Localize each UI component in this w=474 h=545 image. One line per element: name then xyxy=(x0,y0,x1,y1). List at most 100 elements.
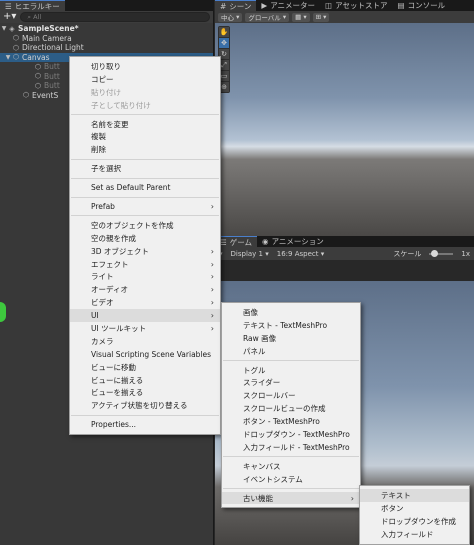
menu-item-ui[interactable]: UI › xyxy=(70,309,220,323)
menu-item-legacy-button[interactable]: ボタン xyxy=(360,502,469,515)
menu-separator xyxy=(223,360,359,362)
menu-item-canvas[interactable]: キャンバス xyxy=(222,460,360,473)
game-toolbar: ▾ Display 1 ▾ 16:9 Aspect ▾ スケール 1x xyxy=(215,247,474,260)
menu-item-input-field-tmp[interactable]: 入力フィールド - TextMeshPro xyxy=(222,441,360,454)
store-icon: ◫ xyxy=(325,1,333,10)
scene-viewport[interactable] xyxy=(215,23,474,236)
aspect-dropdown[interactable]: 16:9 Aspect ▾ xyxy=(277,250,324,258)
add-icon[interactable]: +▾ xyxy=(3,12,16,22)
menu-item-scrollbar[interactable]: スクロールバー xyxy=(222,389,360,402)
menu-item-move-to-view[interactable]: ビューに移動 xyxy=(70,361,220,374)
menu-item-raw-image[interactable]: Raw 画像 xyxy=(222,332,360,345)
menu-item-effects[interactable]: エフェクト › xyxy=(70,258,220,271)
scale-slider[interactable] xyxy=(429,249,454,257)
menu-item-label: Raw 画像 xyxy=(243,333,277,343)
menu-item-slider[interactable]: スライダー xyxy=(222,376,360,389)
menu-item-label: テキスト - TextMeshPro xyxy=(243,320,328,330)
menu-item-dropdown-tmp[interactable]: ドロップダウン - TextMeshPro xyxy=(222,428,360,441)
pivot-dropdown[interactable]: 中心 ▾ xyxy=(218,12,243,22)
menu-item-rename[interactable]: 名前を変更 xyxy=(70,118,220,131)
menu-item-copy[interactable]: コピー xyxy=(70,73,220,86)
menu-item-toggle[interactable]: トグル xyxy=(222,364,360,377)
tab-asset-store[interactable]: ◫ アセットストア xyxy=(320,0,392,11)
menu-item-legacy-input-field[interactable]: 入力フィールド xyxy=(360,528,469,541)
menu-item-text-tmp[interactable]: テキスト - TextMeshPro xyxy=(222,319,360,332)
space-label: グローバル xyxy=(248,14,281,22)
menu-item-set-default-parent[interactable]: Set as Default Parent xyxy=(70,181,220,194)
menu-item-create-empty-parent[interactable]: 空の親を作成 xyxy=(70,232,220,245)
menu-item-visual-scripting[interactable]: Visual Scripting Scene Variables xyxy=(70,348,220,361)
menu-item-video[interactable]: ビデオ › xyxy=(70,296,220,309)
menu-item-label: 入力フィールド - TextMeshPro xyxy=(243,442,350,452)
menu-item-label: ドロップダウンを作成 xyxy=(381,516,456,526)
menu-item-camera[interactable]: カメラ xyxy=(70,335,220,348)
scale-slider-knob[interactable] xyxy=(431,249,439,257)
expand-arrow-icon[interactable]: ▼ xyxy=(0,25,8,32)
menu-item-label: 子として貼り付け xyxy=(91,100,151,110)
menu-item-align-with-view[interactable]: ビューに揃える xyxy=(70,374,220,387)
menu-item-audio[interactable]: オーディオ › xyxy=(70,283,220,296)
display-dropdown[interactable]: Display 1 ▾ xyxy=(231,250,269,258)
search-input[interactable]: ⌕ All xyxy=(20,12,210,22)
move-tool-icon[interactable]: ✥ xyxy=(219,38,229,48)
tab-game[interactable]: ☰ ゲーム xyxy=(215,236,258,247)
menu-item-label: ビューに揃える xyxy=(91,375,144,385)
menu-item-cut[interactable]: 切り取り xyxy=(70,60,220,73)
menu-item-legacy-dropdown[interactable]: ドロップダウンを作成 xyxy=(360,515,469,528)
menu-item-label: ボタン - TextMeshPro xyxy=(243,417,320,427)
menu-item-event-system[interactable]: イベントシステム xyxy=(222,473,360,486)
menu-item-label: スライダー xyxy=(243,378,281,388)
menu-item-ui-toolkit[interactable]: UI ツールキット › xyxy=(70,322,220,335)
hierarchy-tabbar: ☰ ヒエラルキー xyxy=(0,0,213,11)
tree-item-directional-light[interactable]: ⬡ Directional Light xyxy=(0,43,213,53)
menu-item-image[interactable]: 画像 xyxy=(222,306,360,319)
grid-snap-button[interactable]: ▦ ▾ xyxy=(292,12,310,22)
menu-item-legacy-text[interactable]: テキスト xyxy=(360,489,469,502)
scene-row[interactable]: ▼ ◈ SampleScene* xyxy=(0,24,213,34)
menu-item-properties[interactable]: Properties... xyxy=(70,418,220,431)
animator-icon: ▶ xyxy=(261,1,268,10)
menu-item-label: テキスト xyxy=(381,490,411,500)
menu-item-light[interactable]: ライト › xyxy=(70,270,220,283)
tab-hierarchy[interactable]: ☰ ヒエラルキー xyxy=(0,0,65,11)
menu-item-paste[interactable]: 貼り付け xyxy=(70,86,220,99)
hand-tool-icon[interactable]: ✋ xyxy=(219,27,229,37)
menu-item-prefab[interactable]: Prefab › xyxy=(70,200,220,213)
menu-item-align-view-to-selected[interactable]: ビューを揃える xyxy=(70,386,220,399)
tab-animation[interactable]: ◉ アニメーション xyxy=(257,236,329,247)
menu-item-button-tmp[interactable]: ボタン - TextMeshPro xyxy=(222,415,360,428)
tab-label: シーン xyxy=(229,1,252,11)
submenu-arrow-icon: › xyxy=(210,298,214,308)
tree-item-label: Directional Light xyxy=(22,43,84,53)
tab-scene[interactable]: # シーン xyxy=(215,0,257,11)
aspect-label: 16:9 Aspect xyxy=(276,249,319,258)
tree-item-label: Butt xyxy=(44,62,60,72)
tree-item-label: Butt xyxy=(44,81,60,91)
menu-item-create-empty[interactable]: 空のオブジェクトを作成 xyxy=(70,219,220,232)
menu-separator xyxy=(71,196,219,198)
space-dropdown[interactable]: グローバル ▾ xyxy=(245,12,290,22)
cube-icon: ⬡ xyxy=(34,62,42,71)
menu-item-legacy[interactable]: 古い機能 › xyxy=(222,491,360,505)
hierarchy-context-menu: 切り取り コピー 貼り付け 子として貼り付け 名前を変更 複製 削除 子を選択 … xyxy=(69,56,221,436)
scene-toolbar: 中心 ▾ グローバル ▾ ▦ ▾ ⊞ ▾ xyxy=(215,11,474,23)
cube-icon: ⬡ xyxy=(12,34,20,43)
menu-item-select-children[interactable]: 子を選択 xyxy=(70,162,220,175)
tree-item-label: Canvas xyxy=(22,52,50,62)
menu-item-3d-object[interactable]: 3D オブジェクト › xyxy=(70,245,220,258)
menu-item-panel[interactable]: パネル xyxy=(222,345,360,358)
tab-animator[interactable]: ▶ アニメーター xyxy=(256,0,320,11)
expand-arrow-icon[interactable]: ▼ xyxy=(4,54,12,61)
menu-item-label: 削除 xyxy=(91,145,106,155)
menu-item-label: Visual Scripting Scene Variables xyxy=(91,349,212,359)
menu-item-toggle-active[interactable]: アクティブ状態を切り替える xyxy=(70,399,220,412)
green-indicator xyxy=(0,302,6,322)
tab-console[interactable]: ▤ コンソール xyxy=(393,0,451,11)
menu-item-duplicate[interactable]: 複製 xyxy=(70,130,220,143)
menu-item-scroll-view[interactable]: スクロールビューの作成 xyxy=(222,402,360,415)
menu-item-paste-as-child[interactable]: 子として貼り付け xyxy=(70,99,220,112)
menu-item-delete[interactable]: 削除 xyxy=(70,143,220,156)
snap-increment-button[interactable]: ⊞ ▾ xyxy=(312,12,330,22)
menu-item-label: トグル xyxy=(243,365,266,375)
tree-item-main-camera[interactable]: ⬡ Main Camera xyxy=(0,34,213,44)
